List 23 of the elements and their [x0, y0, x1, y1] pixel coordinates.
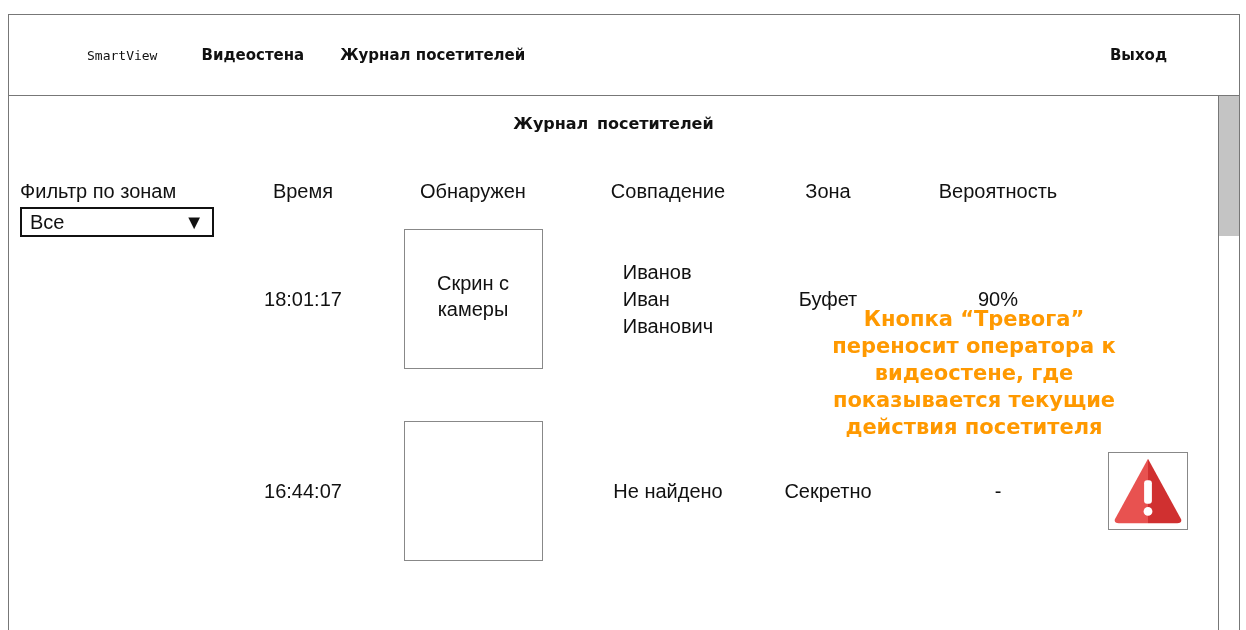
scrollbar[interactable] — [1218, 96, 1239, 630]
table-cell: Секретно — [784, 479, 872, 503]
scroll-thumb[interactable] — [1219, 96, 1239, 236]
column-header: Обнаружен — [420, 179, 526, 203]
screenshot-caption: Скрин с камеры — [435, 271, 511, 322]
column-header: Зона — [805, 179, 851, 203]
column-header: Вероятность — [938, 179, 1058, 203]
nav-link[interactable]: Журнал посетителей — [340, 46, 526, 64]
table-cell-text: Не найдено — [613, 478, 723, 504]
column-header: Совпадение — [610, 179, 726, 203]
nav-link[interactable]: Видеостена — [201, 46, 305, 64]
table-cell-text: Иванов Иван Иванович — [622, 259, 714, 339]
page-title: Журнал посетителей — [512, 114, 715, 133]
alarm-button[interactable] — [1108, 452, 1188, 530]
exit-link[interactable]: Выход — [1109, 46, 1167, 64]
brand-name: SmartView — [87, 47, 158, 63]
table-cell-text: 90% — [978, 287, 1018, 310]
column-header: Время — [272, 179, 334, 203]
zone-filter-dropdown[interactable]: Все ▼ — [20, 207, 214, 237]
table-cell: 16:44:07 — [264, 479, 342, 503]
filter-label: Фильтр по зонам — [20, 179, 178, 203]
table-cell: - — [994, 479, 1002, 503]
table-cell: 18:01:17 — [264, 287, 342, 311]
